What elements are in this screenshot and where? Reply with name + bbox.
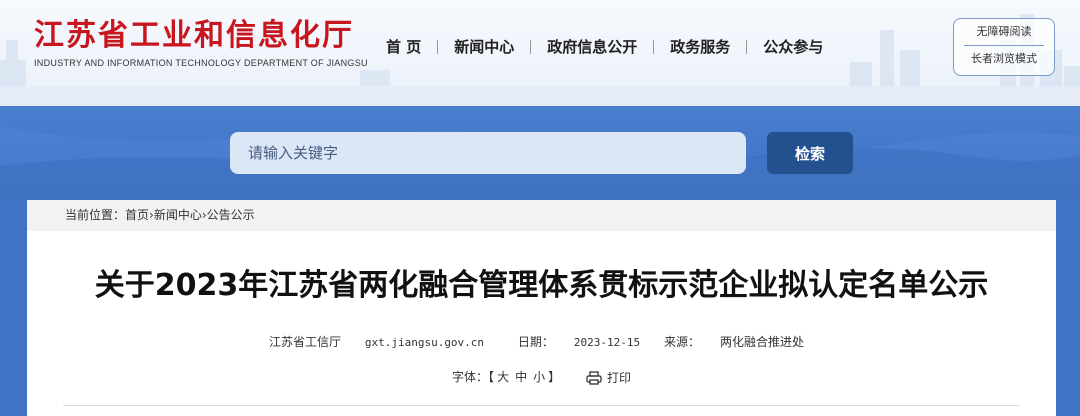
nav-item-gov-info[interactable]: 政府信息公开 — [531, 36, 653, 57]
barrier-free-button[interactable]: 无障碍阅读 — [954, 19, 1054, 45]
nav-item-services[interactable]: 政务服务 — [654, 36, 746, 57]
search-input[interactable] — [230, 132, 746, 174]
font-size-medium-button[interactable]: 中 — [515, 370, 527, 384]
article-panel: 当前位置：首页›新闻中心›公告公示 关于2023年江苏省两化融合管理体系贯标示范… — [27, 200, 1056, 416]
print-label: 打印 — [606, 371, 631, 385]
nav-item-home[interactable]: 首 页 — [370, 36, 437, 57]
article-date: 2023-12-15 — [573, 336, 641, 349]
site-logo[interactable]: 江苏省工业和信息化厅 INDUSTRY AND INFORMATION TECH… — [34, 18, 368, 68]
site-name-cn: 江苏省工业和信息化厅 — [34, 18, 354, 53]
article-publisher: 江苏省工信厅 — [269, 335, 342, 349]
font-size-large-button[interactable]: 大 — [497, 370, 509, 384]
bracket-open: 【 — [488, 370, 495, 384]
source-label: 来源： — [663, 335, 700, 349]
elderly-mode-button[interactable]: 长者浏览模式 — [954, 46, 1054, 72]
breadcrumb-home[interactable]: 首页 — [125, 208, 149, 222]
breadcrumb-prefix: 当前位置： — [65, 208, 126, 222]
site-name-en: INDUSTRY AND INFORMATION TECHNOLOGY DEPA… — [34, 58, 368, 68]
accessibility-panel: 无障碍阅读 长者浏览模式 — [953, 18, 1055, 76]
site-header: 江苏省工业和信息化厅 INDUSTRY AND INFORMATION TECH… — [0, 0, 1080, 106]
printer-icon — [586, 370, 602, 385]
main-nav: 首 页 新闻中心 政府信息公开 政务服务 公众参与 — [370, 36, 839, 57]
search-button[interactable]: 检索 — [767, 132, 853, 174]
article-source: 两化融合推进处 — [719, 335, 804, 349]
nav-item-news[interactable]: 新闻中心 — [438, 36, 530, 57]
content-divider — [63, 405, 1020, 406]
article-tools: 字体：【大中小】 打印 — [27, 368, 1056, 386]
nav-item-participation[interactable]: 公众参与 — [747, 36, 839, 57]
article-title: 关于2023年江苏省两化融合管理体系贯标示范企业拟认定名单公示 — [94, 268, 989, 303]
print-button[interactable]: 打印 — [586, 369, 631, 386]
search-banner: 检索 — [0, 106, 1080, 200]
article-meta: 江苏省工信厅 gxt.jiangsu.gov.cn 日期： 2023-12-15 … — [27, 333, 1056, 350]
breadcrumb-notices[interactable]: 公告公示 — [207, 208, 255, 222]
font-size-label: 字体： — [452, 370, 489, 384]
bracket-close: 】 — [548, 370, 561, 384]
date-label: 日期： — [517, 335, 554, 349]
breadcrumb-news[interactable]: 新闻中心 — [154, 208, 202, 222]
breadcrumb: 当前位置：首页›新闻中心›公告公示 — [27, 200, 1056, 231]
font-size-small-button[interactable]: 小 — [533, 370, 545, 384]
article-date-group: 日期： 2023-12-15 来源： 两化融合推进处 — [508, 335, 814, 349]
article-website: gxt.jiangsu.gov.cn — [364, 336, 485, 349]
